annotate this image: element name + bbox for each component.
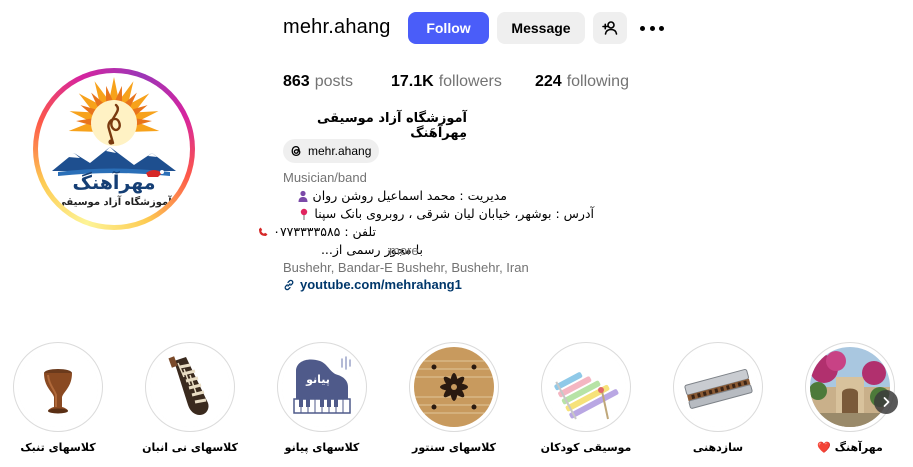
- bio-line-address: آدرس : بوشهر، خیابان لیان شرقی ، روبروی …: [283, 206, 594, 221]
- highlight-label: موسیقی کودکان: [540, 441, 632, 454]
- more-options-icon[interactable]: [640, 18, 664, 38]
- profile-external-link[interactable]: youtube.com/mehrahang1: [283, 277, 462, 292]
- person-icon: [298, 190, 308, 202]
- avatar-subtitle-text: آموزشگاه آزاد موسیقی: [56, 195, 172, 208]
- posts-label: posts: [314, 73, 353, 90]
- profile-category: Musician/band: [283, 170, 367, 185]
- highlight-ring: [673, 342, 763, 432]
- avatar-title-text: مهرآهنگ: [72, 170, 155, 194]
- telephone-icon: [259, 227, 268, 236]
- add-person-icon: [602, 21, 618, 35]
- profile-full-name: آموزشگاه آزاد موسیقی مِهرآهَنگ: [317, 111, 467, 141]
- bio-text: تلفن : ۰۷۷۳۳۳۳۵۸۵: [273, 224, 376, 239]
- profile-avatar-ring[interactable]: مهرآهنگ آموزشگاه آزاد موسیقی: [33, 68, 195, 230]
- profile-location: Bushehr, Bandar-E Bushehr, Bushehr, Iran: [283, 260, 529, 275]
- highlights-next-button[interactable]: [874, 390, 898, 414]
- suggested-users-button[interactable]: [593, 12, 627, 44]
- dot: [659, 25, 664, 31]
- neyanban-bagpipe-icon: [150, 347, 230, 427]
- highlight-neyanban[interactable]: کلاسهای نی انبان: [142, 342, 238, 454]
- highlight-kids-music[interactable]: موسیقی کودکان: [541, 342, 631, 454]
- threads-icon: [291, 145, 301, 157]
- highlight-cover: [546, 347, 626, 427]
- threads-badge[interactable]: mehr.ahang: [283, 139, 380, 163]
- tonbak-drum-icon: [18, 347, 98, 427]
- following-label: following: [566, 73, 629, 90]
- piano-cover-text: پیانو: [305, 373, 330, 386]
- following-link[interactable]: 224 following: [535, 73, 629, 91]
- highlight-label: کلاسهای تنبک: [20, 441, 96, 454]
- highlight-harmonica[interactable]: سازدهنی: [673, 342, 763, 454]
- highlight-ring: پیانو: [277, 342, 367, 432]
- link-url: youtube.com/mehrahang1: [300, 277, 462, 292]
- following-number: 224: [535, 73, 562, 90]
- piano-icon: پیانو: [282, 347, 362, 427]
- highlight-label: سازدهنی: [692, 441, 744, 454]
- bio-line-manager: مدیریت : محمد اسماعیل روشن روان: [283, 188, 507, 203]
- bio-text: مدیریت : محمد اسماعیل روشن روان: [312, 188, 507, 203]
- highlight-ring: [805, 342, 895, 432]
- bio-line-phone: تلفن : ۰۷۷۳۳۳۳۵۸۵: [259, 224, 376, 239]
- highlight-cover: پیانو: [282, 347, 362, 427]
- highlight-cover: [414, 347, 494, 427]
- highlight-santour[interactable]: کلاسهای سنتور: [409, 342, 499, 454]
- highlight-ring: [13, 342, 103, 432]
- highlight-piano[interactable]: پیانو کلاسهای پیانو: [277, 342, 367, 454]
- followers-number: 17.1K: [391, 73, 434, 90]
- link-icon: [284, 279, 294, 290]
- highlight-cover: [18, 347, 98, 427]
- mehrahang-logo: مهرآهنگ آموزشگاه آزاد موسیقی: [52, 77, 176, 208]
- pushpin-icon: [301, 208, 308, 220]
- highlight-label: کلاسهای پیانو: [284, 441, 360, 454]
- bio-more-button[interactable]: more: [389, 243, 419, 258]
- highlight-cover: [810, 347, 890, 427]
- followers-link[interactable]: 17.1K followers: [391, 73, 502, 91]
- profile-avatar[interactable]: مهرآهنگ آموزشگاه آزاد موسیقی: [38, 73, 190, 225]
- highlight-tonbak[interactable]: کلاسهای تنبک: [13, 342, 103, 454]
- profile-username: mehr.ahang: [283, 16, 391, 38]
- highlight-label: کلاسهای سنتور: [412, 441, 496, 454]
- building-flowers-icon: [810, 347, 890, 427]
- chevron-right-icon: [883, 397, 890, 407]
- message-button[interactable]: Message: [497, 12, 585, 44]
- highlight-cover: [150, 347, 230, 427]
- bio-text: آدرس : بوشهر، خیابان لیان شرقی ، روبروی …: [314, 206, 594, 221]
- posts-number: 863: [283, 73, 310, 90]
- highlight-ring: [145, 342, 235, 432]
- dot: [640, 25, 645, 31]
- highlight-mehrahang[interactable]: مهرآهنگ ❤️: [805, 342, 895, 454]
- threads-handle: mehr.ahang: [308, 144, 372, 158]
- dot: [649, 25, 655, 31]
- highlight-cover: [678, 347, 758, 427]
- harmonica-icon: [678, 347, 758, 427]
- highlight-ring: [409, 342, 499, 432]
- followers-label: followers: [438, 73, 502, 90]
- highlight-label: مهرآهنگ ❤️: [817, 441, 883, 454]
- xylophone-icon: [546, 347, 626, 427]
- santour-icon: [414, 347, 494, 427]
- posts-count: 863 posts: [283, 73, 353, 91]
- follow-button[interactable]: Follow: [408, 12, 489, 44]
- highlight-ring: [541, 342, 631, 432]
- highlight-label: کلاسهای نی انبان: [142, 441, 238, 454]
